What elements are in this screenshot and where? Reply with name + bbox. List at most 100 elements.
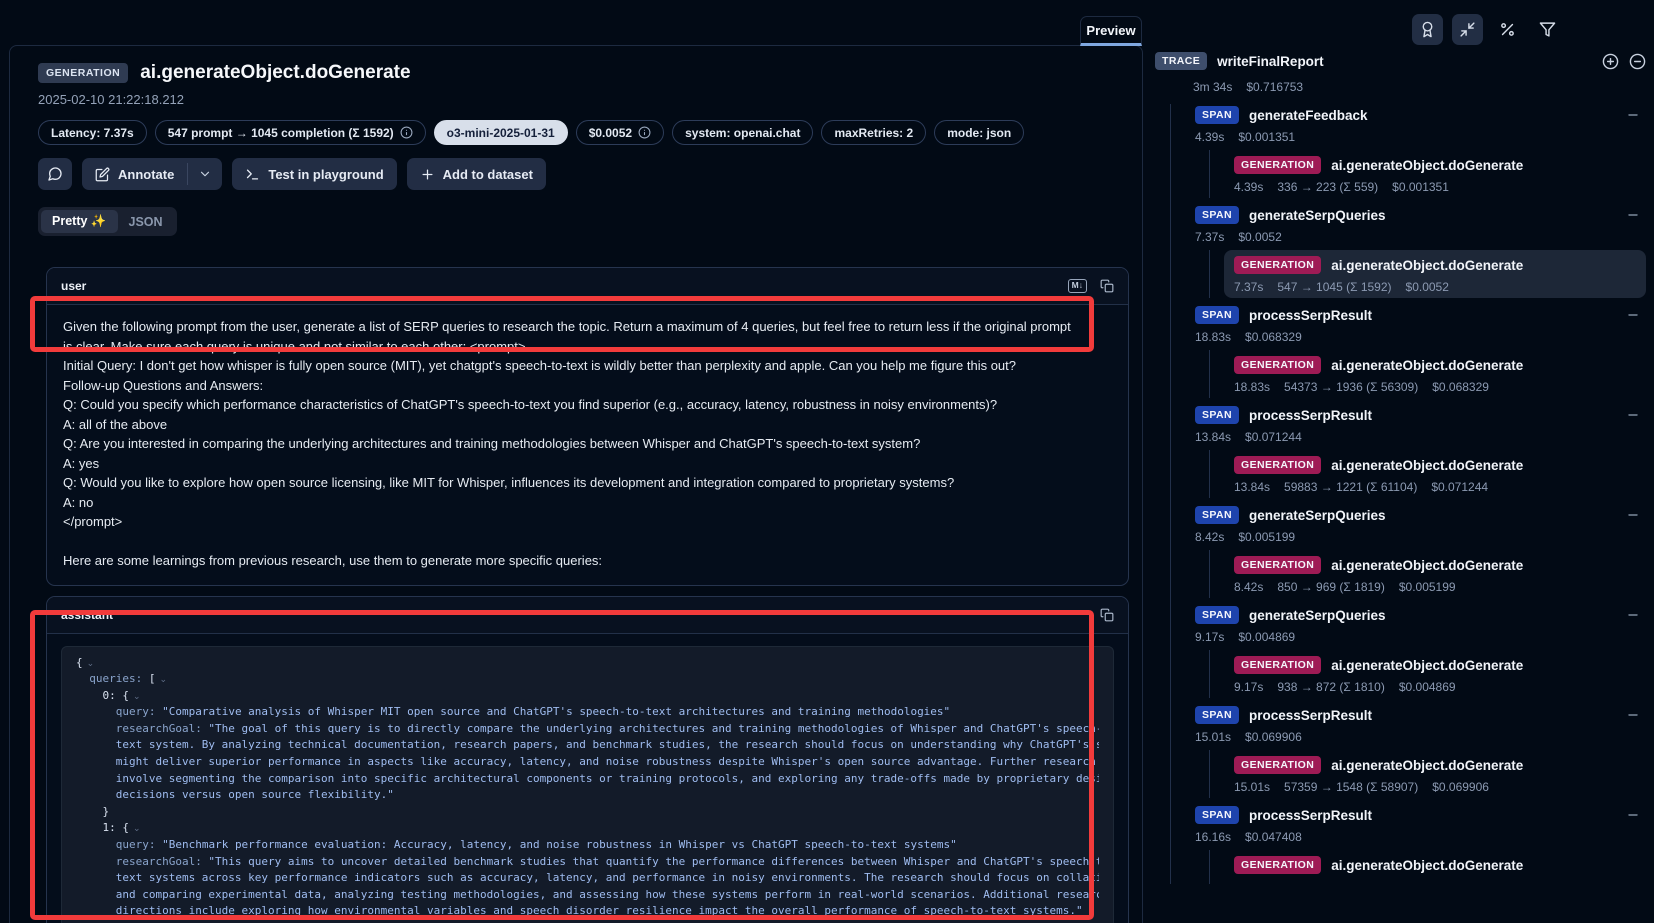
collapse-node-icon[interactable] — [1626, 608, 1640, 622]
add-to-dataset-button[interactable]: Add to dataset — [407, 158, 546, 190]
copy-icon[interactable] — [1100, 608, 1114, 622]
percent-button[interactable] — [1492, 14, 1523, 45]
comment-button[interactable] — [38, 158, 72, 190]
annotate-button[interactable]: Annotate — [82, 158, 187, 190]
user-message-line: </prompt> — [63, 512, 1112, 532]
span-row[interactable]: SPANprocessSerpResult — [1195, 804, 1646, 826]
message-cards: user M↓ Given the following prompt from … — [46, 267, 1129, 923]
span-row[interactable]: SPANgenerateSerpQueries — [1195, 204, 1646, 226]
playground-button[interactable]: Test in playground — [232, 158, 396, 190]
span-name: processSerpResult — [1249, 808, 1372, 823]
collapse-node-icon[interactable] — [1626, 808, 1640, 822]
span-badge: SPAN — [1195, 206, 1239, 224]
span-children: GENERATIONai.generateObject.doGenerate9.… — [1209, 650, 1646, 698]
award-icon — [1419, 21, 1436, 38]
trace-generation-row[interactable]: GENERATIONai.generateObject.doGenerate18… — [1224, 350, 1646, 398]
collapse-chevron-icon[interactable]: ⌄ — [159, 674, 167, 684]
info-icon[interactable] — [638, 126, 651, 139]
collapse-chevron-icon[interactable]: ⌄ — [133, 823, 141, 833]
assistant-json-output: {⌄queries: [⌄0: {⌄query: "Comparative an… — [61, 646, 1114, 923]
user-message-card: user M↓ Given the following prompt from … — [46, 267, 1129, 586]
span-children: GENERATIONai.generateObject.doGenerate15… — [1209, 750, 1646, 798]
generation-cost: $0.068329 — [1432, 380, 1489, 394]
span-duration: 8.42s — [1195, 530, 1224, 544]
actions-row: Annotate Test in playground — [38, 158, 1142, 190]
generation-metrics: 8.42s850 → 969 (Σ 1819)$0.005199 — [1234, 580, 1636, 594]
collapse-chevron-icon[interactable]: ⌄ — [87, 658, 95, 668]
span-metrics: 15.01s $0.069906 — [1195, 730, 1646, 744]
collapse-node-icon[interactable] — [1626, 208, 1640, 222]
tab-preview[interactable]: Preview — [1080, 16, 1142, 46]
shrink-icon — [1459, 21, 1476, 38]
generation-badge: GENERATION — [1234, 556, 1321, 574]
user-message-line: A: all of the above — [63, 415, 1112, 435]
expand-all-icon[interactable] — [1602, 53, 1619, 70]
span-name: processSerpResult — [1249, 708, 1372, 723]
comment-icon — [47, 166, 63, 182]
user-card-header: user M↓ — [47, 268, 1128, 305]
generation-tokens: 57359 → 1548 (Σ 58907) — [1284, 780, 1418, 794]
trace-generation-row[interactable]: GENERATIONai.generateObject.doGenerate7.… — [1224, 250, 1646, 298]
collapse-node-icon[interactable] — [1626, 408, 1640, 422]
generation-badge: GENERATION — [1234, 756, 1321, 774]
role-label: assistant — [61, 608, 113, 622]
span-duration: 13.84s — [1195, 430, 1231, 444]
collapse-node-icon[interactable] — [1626, 308, 1640, 322]
trace-generation-row[interactable]: GENERATIONai.generateObject.doGenerate8.… — [1224, 550, 1646, 598]
generation-badge: GENERATION — [1234, 656, 1321, 674]
json-code-line: query: "Comparative analysis of Whisper … — [76, 704, 1099, 721]
span-row[interactable]: SPANprocessSerpResult — [1195, 304, 1646, 326]
sparkles-icon: ✨ — [91, 214, 107, 228]
json-code-line: } — [76, 804, 1099, 821]
trace-root-row[interactable]: TRACE writeFinalReport — [1155, 48, 1646, 74]
json-code-line: might deliver superior performance in as… — [76, 754, 1099, 771]
collapse-button[interactable] — [1452, 14, 1483, 45]
generation-name: ai.generateObject.doGenerate — [1331, 858, 1523, 873]
award-icon-button[interactable] — [1412, 14, 1443, 45]
span-row[interactable]: SPANprocessSerpResult — [1195, 704, 1646, 726]
collapse-node-icon[interactable] — [1626, 108, 1640, 122]
user-message-line: A: yes — [63, 454, 1112, 474]
span-metrics: 7.37s$0.0052 — [1195, 230, 1646, 244]
markdown-toggle-icon[interactable]: M↓ — [1068, 279, 1087, 292]
trace-span-node: SPANgenerateSerpQueries 7.37s$0.0052 GENER… — [1195, 204, 1646, 298]
trace-generation-row[interactable]: GENERATIONai.generateObject.doGenerate13… — [1224, 450, 1646, 498]
user-message-line: Given the following prompt from the user… — [63, 317, 1112, 337]
info-icon[interactable] — [400, 126, 413, 139]
span-row[interactable]: SPANgenerateSerpQueries — [1195, 504, 1646, 526]
trace-generation-row[interactable]: GENERATIONai.generateObject.doGenerate15… — [1224, 750, 1646, 798]
span-row[interactable]: SPANprocessSerpResult — [1195, 404, 1646, 426]
percent-icon — [1499, 21, 1516, 38]
json-code-line: researchGoal: "This query aims to uncove… — [76, 854, 1099, 871]
filter-button[interactable] — [1532, 14, 1563, 45]
span-duration: 15.01s — [1195, 730, 1231, 744]
collapse-node-icon[interactable] — [1626, 708, 1640, 722]
span-badge: SPAN — [1195, 406, 1239, 424]
trace-span-node: SPANprocessSerpResult18.83s$0.068329GENE… — [1195, 304, 1646, 398]
trace-generation-row[interactable]: GENERATIONai.generateObject.doGenerate4.… — [1224, 150, 1646, 198]
trace-span-node: SPANprocessSerpResult13.84s$0.071244GENE… — [1195, 404, 1646, 498]
trace-generation-row[interactable]: GENERATIONai.generateObject.doGenerate — [1224, 850, 1646, 884]
collapse-all-icon[interactable] — [1629, 53, 1646, 70]
tab-json[interactable]: JSON — [118, 211, 174, 233]
span-row[interactable]: SPANgenerateSerpQueries — [1195, 604, 1646, 626]
span-row[interactable]: SPANgenerateFeedback — [1195, 104, 1646, 126]
generation-metrics: 7.37s547 → 1045 (Σ 1592)$0.0052 — [1234, 280, 1636, 294]
trace-generation-row[interactable]: GENERATIONai.generateObject.doGenerate9.… — [1224, 650, 1646, 698]
span-name: generateFeedback — [1249, 108, 1368, 123]
plus-icon — [420, 167, 435, 182]
span-cost: $0.069906 — [1245, 730, 1302, 744]
collapse-node-icon[interactable] — [1626, 508, 1640, 522]
copy-icon[interactable] — [1100, 279, 1114, 293]
trace-span-node: SPANgenerateSerpQueries9.17s$0.004869GEN… — [1195, 604, 1646, 698]
generation-name: ai.generateObject.doGenerate — [1331, 258, 1523, 273]
assistant-card-header: assistant — [47, 597, 1128, 634]
page-title: ai.generateObject.doGenerate — [140, 62, 410, 84]
collapse-chevron-icon[interactable]: ⌄ — [133, 691, 141, 701]
annotate-dropdown-button[interactable] — [188, 158, 222, 190]
observation-timestamp: 2025-02-10 21:22:18.212 — [38, 92, 1142, 107]
span-duration: 9.17s — [1195, 630, 1224, 644]
generation-metrics: 13.84s59883 → 1221 (Σ 61104)$0.071244 — [1234, 480, 1636, 494]
terminal-icon — [245, 167, 260, 182]
tab-pretty[interactable]: Pretty ✨ — [41, 210, 118, 233]
